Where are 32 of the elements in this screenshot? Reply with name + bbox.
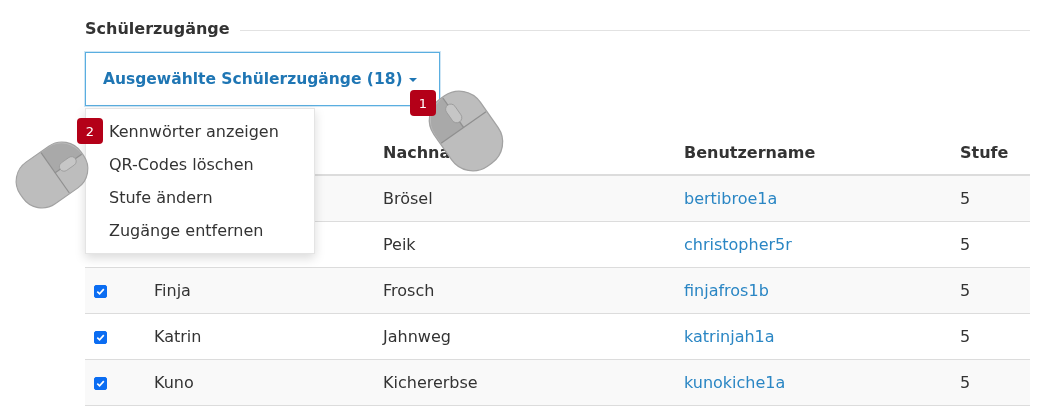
username-link[interactable]: kunokiche1a [684,373,786,392]
menu-item[interactable]: QR-Codes löschen [109,148,254,181]
step-badge: 1 [410,90,436,116]
table-cell: Peik [383,235,416,254]
username-link[interactable]: katrinjah1a [684,327,775,346]
step-badge: 2 [77,118,103,144]
table-cell: Frosch [383,281,435,300]
table-cell: Finja [154,281,191,300]
table-cell: 5 [960,189,971,208]
menu-item[interactable]: Kennwörter anzeigen [109,115,279,148]
menu-item[interactable]: Zugänge entfernen [109,214,264,247]
table-cell: 5 [960,281,971,300]
checkbox[interactable] [94,285,107,298]
menu-item[interactable]: Stufe ändern [109,181,213,214]
table-cell: Kichererbse [383,373,478,392]
column-header: Benutzername [683,143,817,162]
checkbox[interactable] [94,331,107,344]
table-cell: 5 [960,373,971,392]
table-cell: 5 [960,327,971,346]
column-header: Stufe [959,143,1010,162]
table-cell: Brösel [383,189,433,208]
section-title: Schülerzugänge [85,18,230,38]
username-link[interactable]: bertibroe1a [684,189,778,208]
checkbox[interactable] [94,377,107,390]
column-header: Nachna [382,143,452,162]
table-cell: 5 [960,235,971,254]
username-link[interactable]: christopher5r [684,235,792,254]
username-link[interactable]: finjafros1b [684,281,769,300]
table-cell: Jahnweg [383,327,451,346]
table-cell: Katrin [154,327,202,346]
caret-icon [408,78,417,82]
table-cell: Kuno [154,373,194,392]
